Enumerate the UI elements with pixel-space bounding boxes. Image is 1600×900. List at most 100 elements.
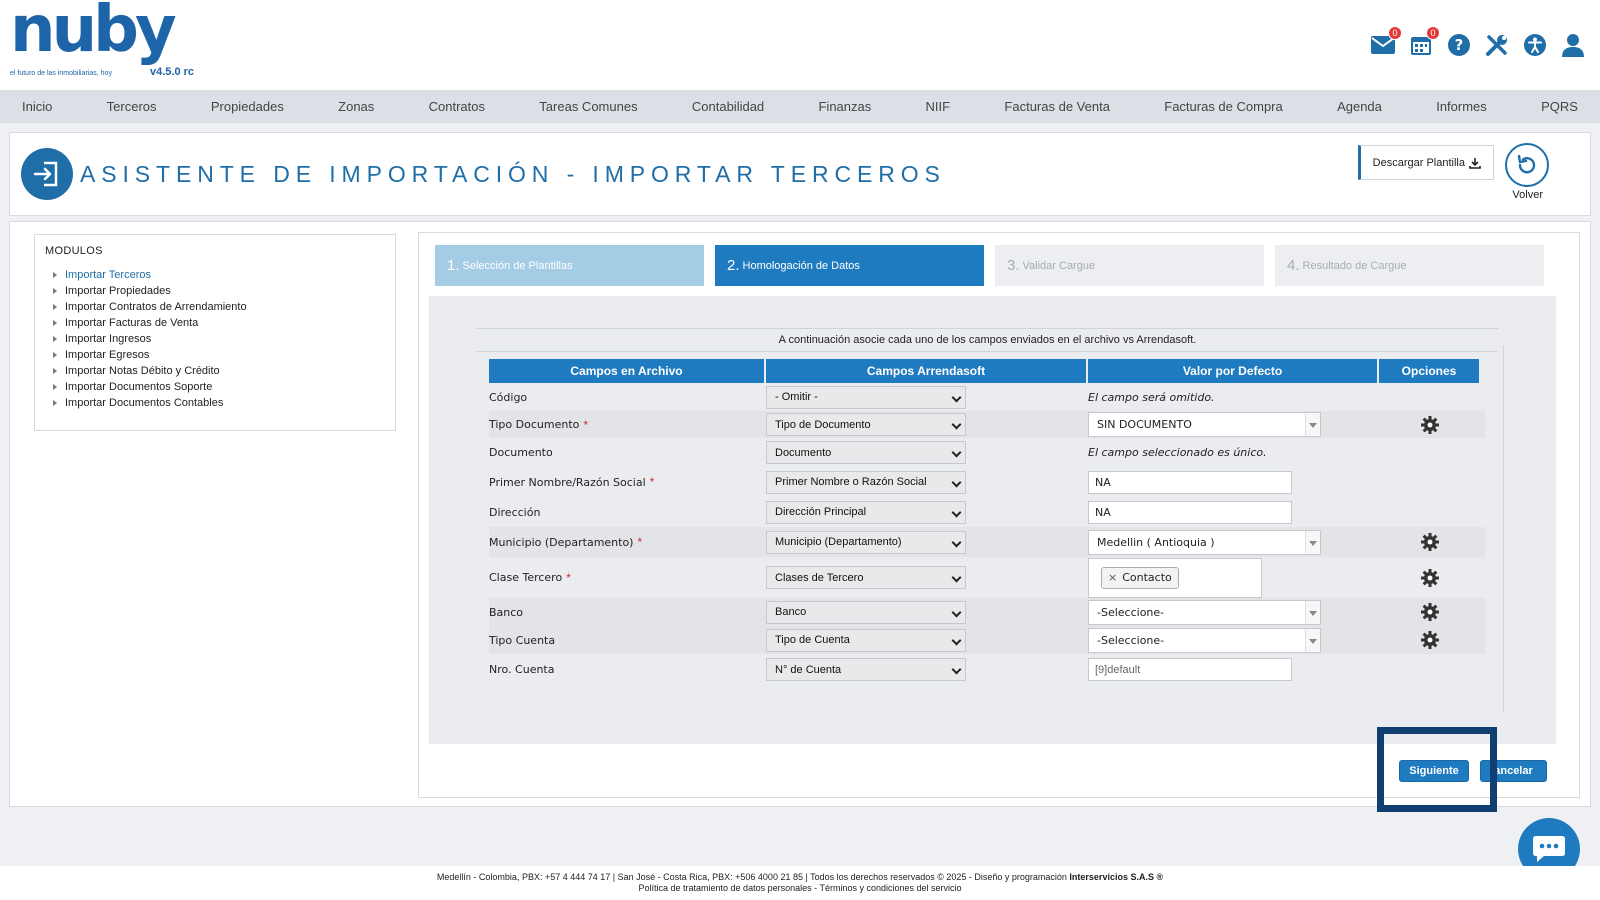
footer-policy-links[interactable]: Política de tratamiento de datos persona… [0,883,1600,894]
default-note: El campo seleccionado es único. [1088,446,1267,459]
nav-informes[interactable]: Informes [1436,99,1487,114]
required-mark: * [566,570,571,585]
chevron-down-icon [1309,540,1317,546]
download-icon [1469,157,1481,169]
field-label: Clase Tercero [489,571,563,584]
gear-icon[interactable] [1420,568,1440,588]
mail-icon[interactable]: 0 [1370,26,1402,58]
step-resultado-cargue[interactable]: 4. Resultado de Cargue [1275,245,1544,286]
default-combo-banco[interactable]: -Seleccione- [1088,599,1321,625]
table-row: Clase Tercero * Clases de Tercero × Contac… [489,557,1485,598]
user-icon[interactable] [1560,32,1586,58]
default-combo-tipo-cuenta[interactable]: -Seleccione- [1088,627,1321,653]
nav-facturas-venta[interactable]: Facturas de Venta [1004,99,1110,114]
accessibility-icon[interactable] [1522,32,1548,58]
nav-contratos[interactable]: Contratos [429,99,485,114]
module-importar-contratos[interactable]: Importar Contratos de Arrendamiento [45,299,385,315]
step-seleccion-plantillas[interactable]: 1. Selección de Plantillas [435,245,704,286]
mapping-select-codigo[interactable]: - Omitir - [766,385,966,409]
field-label: Tipo Cuenta [489,633,556,647]
next-button[interactable]: Siguiente [1399,760,1469,782]
module-importar-documentos-soporte[interactable]: Importar Documentos Soporte [45,379,385,395]
module-importar-notas[interactable]: Importar Notas Débito y Crédito [45,363,385,379]
gear-icon[interactable] [1420,602,1440,622]
module-importar-ingresos[interactable]: Importar Ingresos [45,331,385,347]
mapping-select-banco[interactable]: Banco [766,600,966,624]
logo-wordmark: nuby [10,0,177,67]
chat-icon [1533,836,1565,862]
module-importar-egresos[interactable]: Importar Egresos [45,347,385,363]
required-mark: * [583,417,589,432]
gear-icon[interactable] [1420,630,1440,650]
divider [477,328,1498,329]
default-input-nro-cuenta[interactable]: [9]default [1088,658,1292,681]
chevron-down-icon [1309,423,1317,428]
step-label: Homologación de Datos [742,259,860,272]
download-template-button[interactable]: Descargar Plantilla [1357,145,1494,180]
table-row: Tipo Cuenta Tipo de Cuenta -Seleccione- [489,626,1485,654]
module-importar-facturas-venta[interactable]: Importar Facturas de Venta [45,315,385,331]
back-button[interactable] [1505,143,1549,187]
default-input-primer-nombre[interactable]: NA [1088,470,1292,494]
nav-facturas-compra[interactable]: Facturas de Compra [1164,99,1283,114]
nav-tareas-comunes[interactable]: Tareas Comunes [539,99,637,114]
mapping-select-municipio[interactable]: Municipio (Departamento) [766,530,966,554]
mapping-select-primer-nombre[interactable]: Primer Nombre o Razón Social [766,470,966,494]
mapping-select-clase-tercero[interactable]: Clases de Tercero [766,566,966,589]
logo-tagline: el futuro de las inmobiliarias, hoy [10,70,112,77]
wizard-steps: 1. Selección de Plantillas 2. Homologaci… [435,245,1544,286]
step-number: 4. [1287,257,1300,274]
nav-finanzas[interactable]: Finanzas [818,99,871,114]
instruction-text: A continuación asocie cada uno de los ca… [778,334,1197,346]
col-header-opciones: Opciones [1379,359,1481,383]
divider [477,351,1498,352]
header-icon-bar: 0 0 ? [1370,26,1586,58]
mapping-panel: A continuación asocie cada uno de los ca… [429,296,1556,744]
table-row: Banco Banco -Seleccione- [489,598,1485,626]
mapping-select-tipo-cuenta[interactable]: Tipo de Cuenta [766,628,966,652]
gear-icon[interactable] [1420,415,1440,435]
mapping-select-documento[interactable]: Documento [766,441,966,464]
col-header-campos-arrendasoft: Campos Arrendasoft [766,359,1088,383]
combo-value: SIN DOCUMENTO [1097,418,1192,431]
col-header-valor-defecto: Valor por Defecto [1088,359,1379,383]
field-label: Tipo Documento [489,418,580,431]
nuby-logo[interactable]: nuby el futuro de las inmobiliarias, hoy… [10,0,200,82]
field-label: Código [489,390,528,404]
nav-contabilidad[interactable]: Contabilidad [692,99,764,114]
nav-pqrs[interactable]: PQRS [1541,99,1578,114]
nav-inicio[interactable]: Inicio [22,99,52,114]
calendar-icon[interactable]: 0 [1408,26,1440,58]
step-homologacion-datos[interactable]: 2. Homologación de Datos [715,245,984,286]
mapping-select-tipo-documento[interactable]: Tipo de Documento [766,413,966,436]
default-input-direccion[interactable]: NA [1088,500,1292,524]
nav-terceros[interactable]: Terceros [107,99,157,114]
default-multiselect-clase-tercero[interactable]: × Contacto [1088,557,1262,598]
step-validar-cargue[interactable]: 3. Validar Cargue [995,245,1264,286]
download-label: Descargar Plantilla [1372,156,1465,169]
module-importar-propiedades[interactable]: Importar Propiedades [45,283,385,299]
footer-company-link[interactable]: Interservicios S.A.S ® [1069,872,1163,882]
help-icon[interactable]: ? [1446,32,1472,58]
mapping-select-direccion[interactable]: Dirección Principal [766,500,966,524]
nav-niif[interactable]: NIIF [926,99,951,114]
cancel-button[interactable]: ancelar [1480,760,1547,782]
tag-label: Contacto [1122,571,1172,584]
step-number: 3. [1007,257,1020,274]
nav-agenda[interactable]: Agenda [1337,99,1382,114]
nav-zonas[interactable]: Zonas [338,99,374,114]
step-number: 1. [447,257,460,274]
step-label: Selección de Plantillas [462,259,573,272]
module-importar-terceros[interactable]: Importar Terceros [45,267,385,283]
remove-tag-icon[interactable]: × [1108,571,1117,584]
nav-propiedades[interactable]: Propiedades [211,99,284,114]
module-importar-documentos-contables[interactable]: Importar Documentos Contables [45,395,385,411]
table-row: Documento Documento El campo seleccionad… [489,438,1485,467]
gear-icon[interactable] [1420,532,1440,552]
default-combo-tipo-documento[interactable]: SIN DOCUMENTO [1088,412,1321,437]
mapping-select-nro-cuenta[interactable]: N° de Cuenta [766,658,966,681]
table-row: Municipio (Departamento) * Municipio (Dep… [489,527,1485,557]
tools-icon[interactable] [1484,32,1510,58]
combo-value: Medellin ( Antioquia ) [1097,535,1215,549]
default-combo-municipio[interactable]: Medellin ( Antioquia ) [1088,529,1321,555]
